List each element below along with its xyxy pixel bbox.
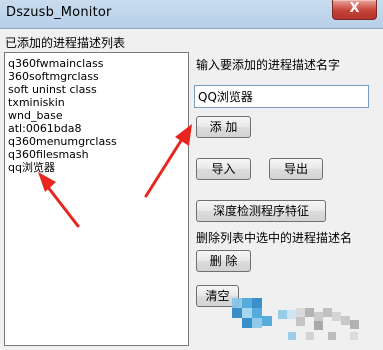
list-item[interactable]: qq浏览器 (8, 161, 55, 174)
watermark-logo (232, 298, 359, 340)
list-item[interactable]: atl:0061bda8 (8, 122, 82, 135)
deep-detect-button[interactable]: 深度检测程序特征 (196, 200, 326, 222)
close-button[interactable]: X (332, 0, 377, 20)
export-button[interactable]: 导出 (269, 158, 323, 180)
clear-button[interactable]: 清空 (196, 285, 239, 307)
process-listbox[interactable]: q360fwmainclass 360softmgrclass soft uni… (4, 52, 189, 346)
list-item[interactable]: q360filesmash (8, 148, 89, 161)
list-item[interactable]: q360fwmainclass (8, 57, 103, 70)
input-label: 输入要添加的进程描述名字 (196, 58, 341, 72)
add-button[interactable]: 添 加 (196, 116, 251, 138)
list-item[interactable]: 360softmgrclass (8, 70, 99, 83)
list-item[interactable]: q360menumgrclass (8, 135, 117, 148)
process-name-input[interactable] (194, 85, 369, 108)
window-title: Dszusb_Monitor (6, 5, 112, 20)
list-item[interactable]: wnd_base (8, 109, 63, 122)
delete-button[interactable]: 删 除 (196, 250, 251, 272)
process-list-label: 已添加的进程描述列表 (5, 36, 126, 50)
delete-label: 删除列表中选中的进程描述名 (196, 231, 353, 245)
title-bar: Dszusb_Monitor X (0, 0, 383, 29)
list-item[interactable]: soft uninst class (8, 83, 97, 96)
import-button[interactable]: 导入 (196, 158, 251, 180)
list-item[interactable]: txminiskin (8, 96, 65, 109)
